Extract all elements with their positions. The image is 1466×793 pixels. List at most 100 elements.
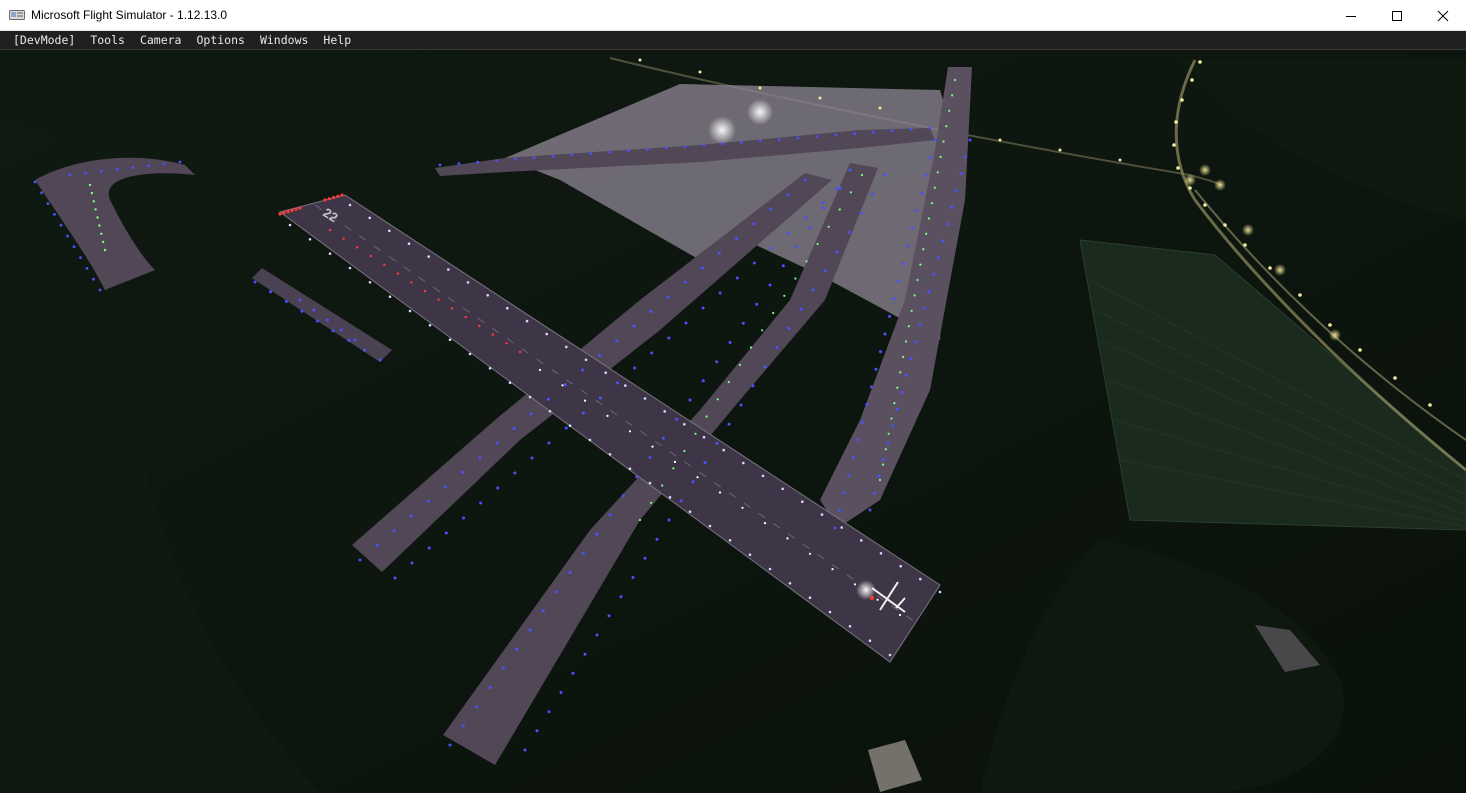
centerline-light [355,246,359,249]
centerline-light [450,307,454,310]
title-bar[interactable]: Microsoft Flight Simulator - 1.12.13.0 [0,0,1466,31]
taxiway-edge-light [535,729,539,733]
taxi-centerline-light [907,325,910,328]
minimize-button[interactable] [1328,0,1374,31]
apron-edge-light [796,136,800,140]
centerline-light [853,583,857,586]
runway-edge-light [648,481,652,485]
taxiway-edge-light [631,576,635,579]
centerline-light [383,263,386,267]
runway-edge-light [608,453,612,456]
taxiway-edge-light [781,264,785,268]
apron-edge-light [570,153,574,157]
taxiway-edge-light [178,160,182,164]
runway-edge-light [879,552,883,555]
taxiway-edge-light [718,291,722,295]
threshold-light [331,195,336,200]
taxiway-edge-light [871,192,875,196]
runway-edge-light [388,295,392,299]
taxiway-edge-light [675,417,679,421]
taxiway-edge-light [950,205,954,209]
taxi-centerline-light [794,277,797,280]
runway-edge-light [820,513,824,516]
street-light [1118,158,1122,162]
taxiway-edge-light [874,367,878,371]
taxiway-edge-light [883,332,887,336]
taxiway-edge-light [515,647,519,651]
street-light [698,70,702,74]
menu-options[interactable]: Options [189,33,250,47]
taxi-centerline-light [672,467,675,470]
simulator-viewport[interactable]: 22 [0,50,1466,793]
taxiway-edge-light [650,351,654,355]
apron-edge-light [853,132,856,136]
runway-edge-light [288,223,292,227]
taxiway-edge-light [131,166,135,170]
dev-menu-bar: [DevMode] Tools Camera Options Windows H… [0,31,1466,50]
apron-edge-light [532,156,536,160]
street-light [1328,323,1332,327]
street-light [1176,166,1180,170]
runway-edge-light [788,582,792,585]
taxiway-edge-light [968,138,972,142]
taxi-centerline-light [661,484,664,487]
taxiway-edge-light [901,262,905,265]
taxiway-edge-light [358,558,362,562]
taxiway-edge-light [568,571,572,574]
airport-night-scene[interactable]: 22 [0,50,1466,793]
taxiway-edge-light [795,245,799,249]
close-button[interactable] [1420,0,1466,31]
taxiway-edge-light [688,398,692,402]
taxiway-edge-light [941,239,945,243]
taxi-centerline-light [881,463,885,466]
menu-windows[interactable]: Windows [253,33,314,47]
menu-devmode[interactable]: [DevMode] [6,33,81,47]
centerline-light [583,399,587,402]
taxiway-edge-light [768,283,772,287]
menu-help[interactable]: Help [316,33,357,47]
runway-edge-light [768,567,772,571]
taxiway-edge-light [72,245,76,249]
taxiway-edge-light [727,422,731,426]
centerline-light [673,460,677,463]
apron-edge-light [777,138,781,141]
taxiway-edge-light [892,297,896,301]
maximize-icon [1392,10,1402,21]
runway-edge-light [308,238,312,241]
centerline-light [518,350,522,354]
taxiway-edge-light [512,427,516,430]
taxiway-edge-light [770,246,773,250]
taxiway-edge-light [703,461,707,464]
taxiway-edge-light [838,508,841,512]
taxiway-edge-light [786,193,790,197]
apron-edge-light [909,127,913,131]
taxiway-edge-light [915,209,919,212]
taxiway-edge-light [444,485,448,489]
centerline-light [561,384,564,387]
taxi-centerline-light [727,380,730,384]
centerline-light [651,445,654,448]
centerline-light [718,491,722,494]
apron-edge-light [608,150,611,154]
runway-edge-light [722,448,725,452]
window-title: Microsoft Flight Simulator - 1.12.13.0 [31,8,228,22]
street-light [758,86,762,90]
taxiway-edge-light [717,251,721,255]
taxiway-edge-light [873,491,876,495]
runway-edge-light [868,639,872,642]
street-light [818,96,822,100]
apron-edge-light [928,126,932,130]
menu-tools[interactable]: Tools [83,33,131,47]
taxiway-edge-light [85,267,89,270]
runway-edge-light [919,577,922,581]
street-light [1268,266,1272,270]
menu-camera[interactable]: Camera [133,33,188,47]
centerline-light [831,568,834,571]
taxiway-edge-light [115,168,119,171]
runway-edge-light [565,345,568,349]
taxi-centerline-light [899,371,902,374]
taxiway-edge-light [701,306,705,310]
runway-edge-light [486,294,490,297]
maximize-button[interactable] [1374,0,1420,31]
taxiway-edge-light [752,261,756,265]
